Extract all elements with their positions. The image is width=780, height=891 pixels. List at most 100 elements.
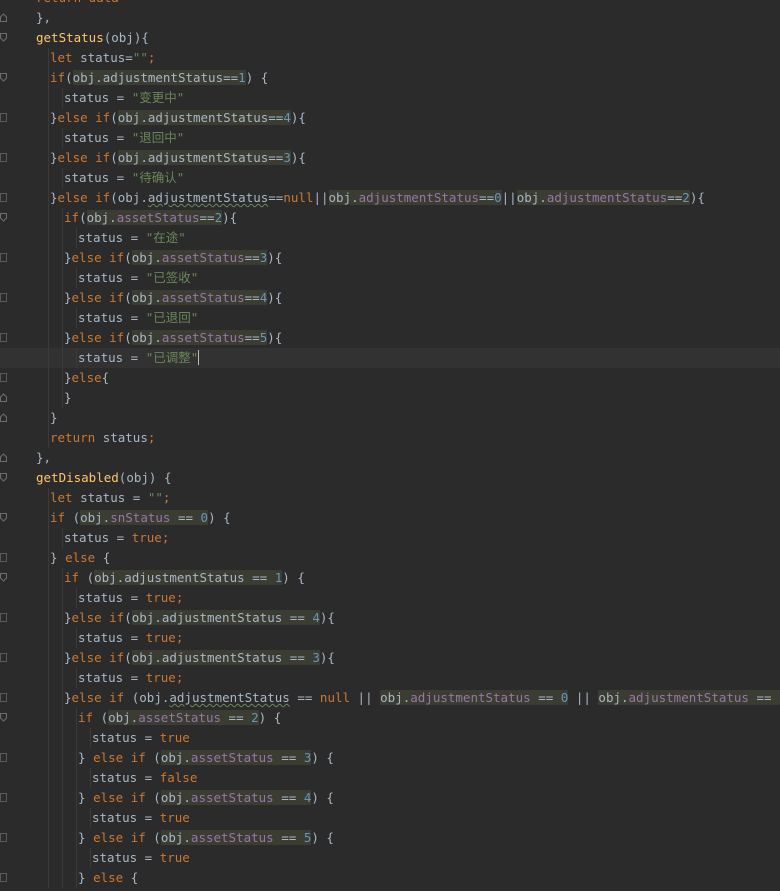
code-text: }else if (obj.adjustmentStatus == null |…: [64, 688, 780, 708]
code-token: ==: [530, 690, 561, 705]
code-token: ) {: [311, 750, 334, 765]
code-line[interactable]: }else{: [0, 368, 780, 388]
code-line[interactable]: }: [0, 408, 780, 428]
indent-guide: [48, 168, 49, 188]
code-token: ){: [267, 250, 283, 265]
code-token: ==: [273, 790, 304, 805]
fold-marker-icon[interactable]: [0, 193, 7, 202]
code-line[interactable]: } else if (obj.assetStatus == 4) {: [0, 788, 780, 808]
code-line[interactable]: }else if(obj.adjustmentStatus==4){: [0, 108, 780, 128]
code-line[interactable]: }else if(obj.adjustmentStatus == 3){: [0, 648, 780, 668]
code-token: status =: [92, 850, 160, 865]
code-line[interactable]: }else if (obj.adjustmentStatus == null |…: [0, 688, 780, 708]
fold-marker-icon[interactable]: [0, 373, 7, 382]
code-line[interactable]: status = "在途": [0, 228, 780, 248]
code-line[interactable]: status = true;: [0, 668, 780, 688]
fold-open-icon[interactable]: [0, 33, 7, 42]
code-line[interactable]: } else if (obj.assetStatus == 3) {: [0, 748, 780, 768]
fold-marker-icon[interactable]: [0, 653, 7, 662]
code-line[interactable]: getDisabled(obj) {: [0, 468, 780, 488]
code-line[interactable]: status = true;: [0, 588, 780, 608]
code-token: "": [132, 50, 148, 65]
code-token: (: [124, 330, 132, 345]
code-line[interactable]: return status;: [0, 428, 780, 448]
fold-open-icon[interactable]: [0, 473, 7, 482]
code-token: ||: [313, 190, 329, 205]
code-line[interactable]: if(obj.assetStatus==2){: [0, 208, 780, 228]
fold-close-icon[interactable]: [0, 13, 7, 22]
fold-marker-icon[interactable]: [0, 793, 7, 802]
code-token: status =: [64, 170, 132, 185]
code-token: }: [78, 750, 94, 765]
fold-close-icon[interactable]: [0, 413, 7, 422]
fold-marker-icon[interactable]: [0, 873, 7, 882]
fold-marker-icon[interactable]: [0, 833, 7, 842]
code-line[interactable]: }else if(obj.adjustmentStatus==3){: [0, 148, 780, 168]
code-line[interactable]: },: [0, 8, 780, 28]
code-line[interactable]: status = true: [0, 728, 780, 748]
code-line[interactable]: let status = "";: [0, 488, 780, 508]
code-line[interactable]: }else if(obj.assetStatus==4){: [0, 288, 780, 308]
fold-open-icon[interactable]: [0, 713, 7, 722]
code-line[interactable]: }else if(obj.adjustmentStatus==null||obj…: [0, 188, 780, 208]
code-line[interactable]: status = false: [0, 768, 780, 788]
code-line[interactable]: if(obj.adjustmentStatus==1) {: [0, 68, 780, 88]
fold-open-icon[interactable]: [0, 513, 7, 522]
code-line[interactable]: } else if (obj.assetStatus == 5) {: [0, 828, 780, 848]
code-line[interactable]: status = true: [0, 848, 780, 868]
code-line[interactable]: status = "已退回": [0, 308, 780, 328]
fold-marker-icon[interactable]: [0, 253, 7, 262]
code-line[interactable]: getStatus(obj){: [0, 28, 780, 48]
code-line[interactable]: }else if(obj.adjustmentStatus == 4){: [0, 608, 780, 628]
fold-open-icon[interactable]: [0, 213, 7, 222]
indent-guide: [62, 228, 63, 248]
fold-marker-icon[interactable]: [0, 293, 7, 302]
fold-marker-icon[interactable]: [0, 333, 7, 342]
code-line[interactable]: }else if(obj.assetStatus==5){: [0, 328, 780, 348]
code-line[interactable]: status = true;: [0, 528, 780, 548]
fold-marker-icon[interactable]: [0, 693, 7, 702]
code-line[interactable]: if (obj.adjustmentStatus == 1) {: [0, 568, 780, 588]
code-token: getStatus: [36, 30, 104, 45]
code-token: ){: [319, 650, 335, 665]
code-token: else if: [71, 330, 125, 345]
fold-marker-icon[interactable]: [0, 613, 7, 622]
code-line[interactable]: status = true: [0, 808, 780, 828]
indent-guide: [48, 268, 49, 288]
code-token: status =: [64, 90, 132, 105]
fold-close-icon[interactable]: [0, 393, 7, 402]
code-line[interactable]: }else if(obj.assetStatus==3){: [0, 248, 780, 268]
code-line[interactable]: },: [0, 448, 780, 468]
indent-guide: [48, 348, 49, 368]
code-line[interactable]: if (obj.snStatus == 0) {: [0, 508, 780, 528]
fold-marker-icon[interactable]: [0, 153, 7, 162]
code-line[interactable]: }: [0, 388, 780, 408]
code-line[interactable]: } else {: [0, 868, 780, 888]
fold-marker-icon[interactable]: [0, 553, 7, 562]
code-line[interactable]: status = "已签收": [0, 268, 780, 288]
code-line[interactable]: let status="";: [0, 48, 780, 68]
code-lines[interactable]: return data},getStatus(obj){let status="…: [0, 0, 780, 888]
code-line[interactable]: status = "待确认": [0, 168, 780, 188]
fold-open-icon[interactable]: [0, 73, 7, 82]
code-line[interactable]: } else {: [0, 548, 780, 568]
code-line[interactable]: status = "退回中": [0, 128, 780, 148]
code-editor[interactable]: return data},getStatus(obj){let status="…: [0, 0, 780, 891]
code-line[interactable]: status = "变更中": [0, 88, 780, 108]
code-token: ) {: [208, 510, 231, 525]
code-text: let status="";: [50, 48, 155, 68]
fold-open-icon[interactable]: [0, 573, 7, 582]
code-token: 0: [200, 510, 209, 525]
code-line[interactable]: return data: [0, 0, 780, 8]
fold-marker-icon[interactable]: [0, 113, 7, 122]
code-line[interactable]: if (obj.assetStatus == 2) {: [0, 708, 780, 728]
code-line[interactable]: status = true;: [0, 628, 780, 648]
code-token: adjustmentStatus: [628, 690, 749, 705]
code-token: else if: [57, 190, 111, 205]
fold-marker-icon[interactable]: [0, 753, 7, 762]
code-token: "变更中": [131, 90, 185, 105]
code-token: true: [159, 810, 190, 825]
fold-close-icon[interactable]: [0, 453, 7, 462]
code-line[interactable]: status = "已调整": [0, 348, 780, 368]
code-text: } else if (obj.assetStatus == 4) {: [78, 788, 334, 808]
